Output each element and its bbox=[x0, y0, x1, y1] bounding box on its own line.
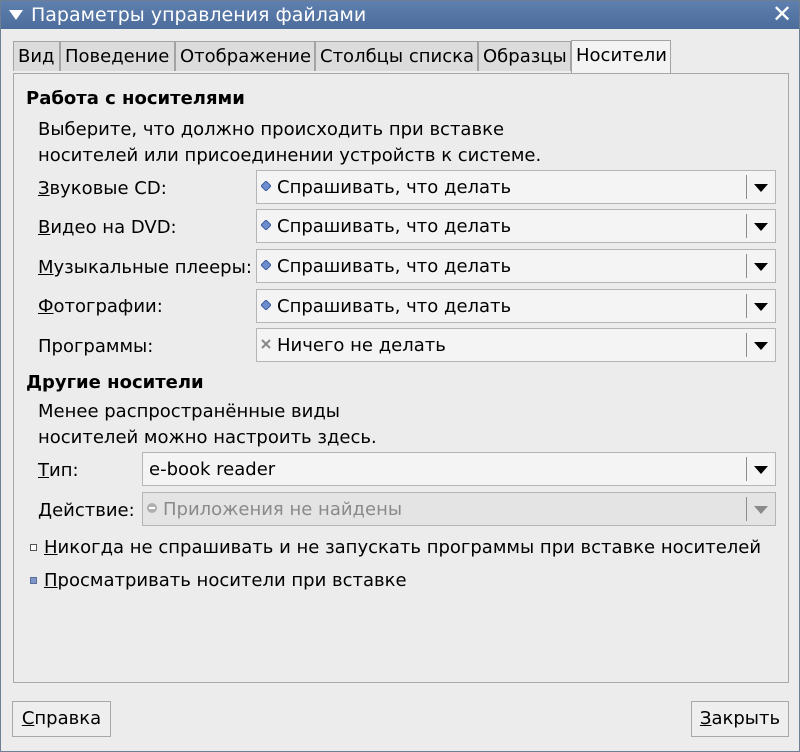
type-label: Тип: bbox=[38, 460, 79, 481]
software-combo[interactable]: Ничего не делать bbox=[256, 328, 776, 362]
dvd-video-value: Спрашивать, что делать bbox=[277, 216, 512, 237]
tab-display[interactable]: Отображение bbox=[175, 41, 315, 71]
ask-diamond-icon bbox=[261, 260, 271, 270]
audio-cd-value: Спрашивать, что делать bbox=[277, 177, 512, 198]
ask-diamond-icon bbox=[261, 181, 271, 191]
software-value: Ничего не делать bbox=[277, 335, 446, 356]
no-entry-icon bbox=[147, 503, 157, 513]
window-title: Параметры управления файлами bbox=[31, 4, 367, 26]
title-bar[interactable]: Параметры управления файлами ✕ bbox=[1, 1, 799, 29]
close-button[interactable]: Закрыть bbox=[691, 701, 789, 737]
chevron-down-icon bbox=[754, 223, 768, 231]
action-combo[interactable]: Приложения не найдены bbox=[142, 492, 776, 526]
browse-media-label[interactable]: Просматривать носители при вставке bbox=[44, 570, 407, 591]
dvd-video-combo[interactable]: Спрашивать, что делать bbox=[256, 209, 776, 243]
music-players-value: Спрашивать, что делать bbox=[277, 256, 512, 277]
music-players-combo[interactable]: Спрашивать, что делать bbox=[256, 249, 776, 283]
tab-view[interactable]: Вид bbox=[13, 41, 60, 71]
type-value: e-book reader bbox=[149, 459, 276, 480]
chevron-down-icon bbox=[754, 466, 768, 474]
window-menu-icon[interactable] bbox=[9, 10, 23, 20]
preferences-window: Параметры управления файлами ✕ Вид Повед… bbox=[0, 0, 800, 752]
photos-combo[interactable]: Спрашивать, что делать bbox=[256, 289, 776, 323]
music-players-label: Музыкальные плееры: bbox=[38, 257, 252, 278]
other-media-title: Другие носители bbox=[26, 372, 204, 393]
chevron-down-icon bbox=[754, 506, 768, 514]
browse-media-checkbox[interactable] bbox=[30, 577, 37, 584]
chevron-down-icon bbox=[754, 184, 768, 192]
tab-list-columns[interactable]: Столбцы списка bbox=[315, 41, 478, 71]
never-prompt-label[interactable]: Никогда не спрашивать и не запускать про… bbox=[44, 537, 761, 558]
tab-behavior[interactable]: Поведение bbox=[60, 41, 175, 71]
tab-previews[interactable]: Образцы bbox=[478, 41, 571, 71]
other-media-desc-1: Менее распространённые виды bbox=[38, 401, 340, 422]
action-label: Действие: bbox=[38, 500, 135, 521]
audio-cd-combo[interactable]: Спрашивать, что делать bbox=[256, 170, 776, 204]
media-handling-title: Работа с носителями bbox=[26, 88, 245, 109]
media-handling-desc-2: носителей или присоединении устройств к … bbox=[38, 145, 542, 166]
type-combo[interactable]: e-book reader bbox=[142, 452, 776, 486]
dvd-video-label: Видео на DVD: bbox=[38, 217, 177, 238]
chevron-down-icon bbox=[754, 263, 768, 271]
action-value: Приложения не найдены bbox=[163, 499, 403, 520]
media-panel: Работа с носителями Выберите, что должно… bbox=[13, 73, 789, 683]
ask-diamond-icon bbox=[261, 300, 271, 310]
chevron-down-icon bbox=[754, 342, 768, 350]
other-media-desc-2: носителей можно настроить здесь. bbox=[38, 427, 377, 448]
never-prompt-checkbox[interactable] bbox=[30, 544, 37, 551]
media-handling-desc-1: Выберите, что должно происходить при вст… bbox=[38, 119, 505, 140]
help-button[interactable]: Справка bbox=[12, 701, 111, 737]
photos-value: Спрашивать, что делать bbox=[277, 296, 512, 317]
close-icon[interactable]: ✕ bbox=[771, 2, 793, 26]
audio-cd-label: Звуковые CD: bbox=[38, 178, 167, 199]
tab-media[interactable]: Носители bbox=[571, 40, 671, 73]
photos-label: Фотографии: bbox=[38, 296, 163, 317]
ask-diamond-icon bbox=[261, 220, 271, 230]
x-icon bbox=[261, 339, 271, 349]
chevron-down-icon bbox=[754, 303, 768, 311]
software-label: Программы: bbox=[38, 336, 154, 357]
